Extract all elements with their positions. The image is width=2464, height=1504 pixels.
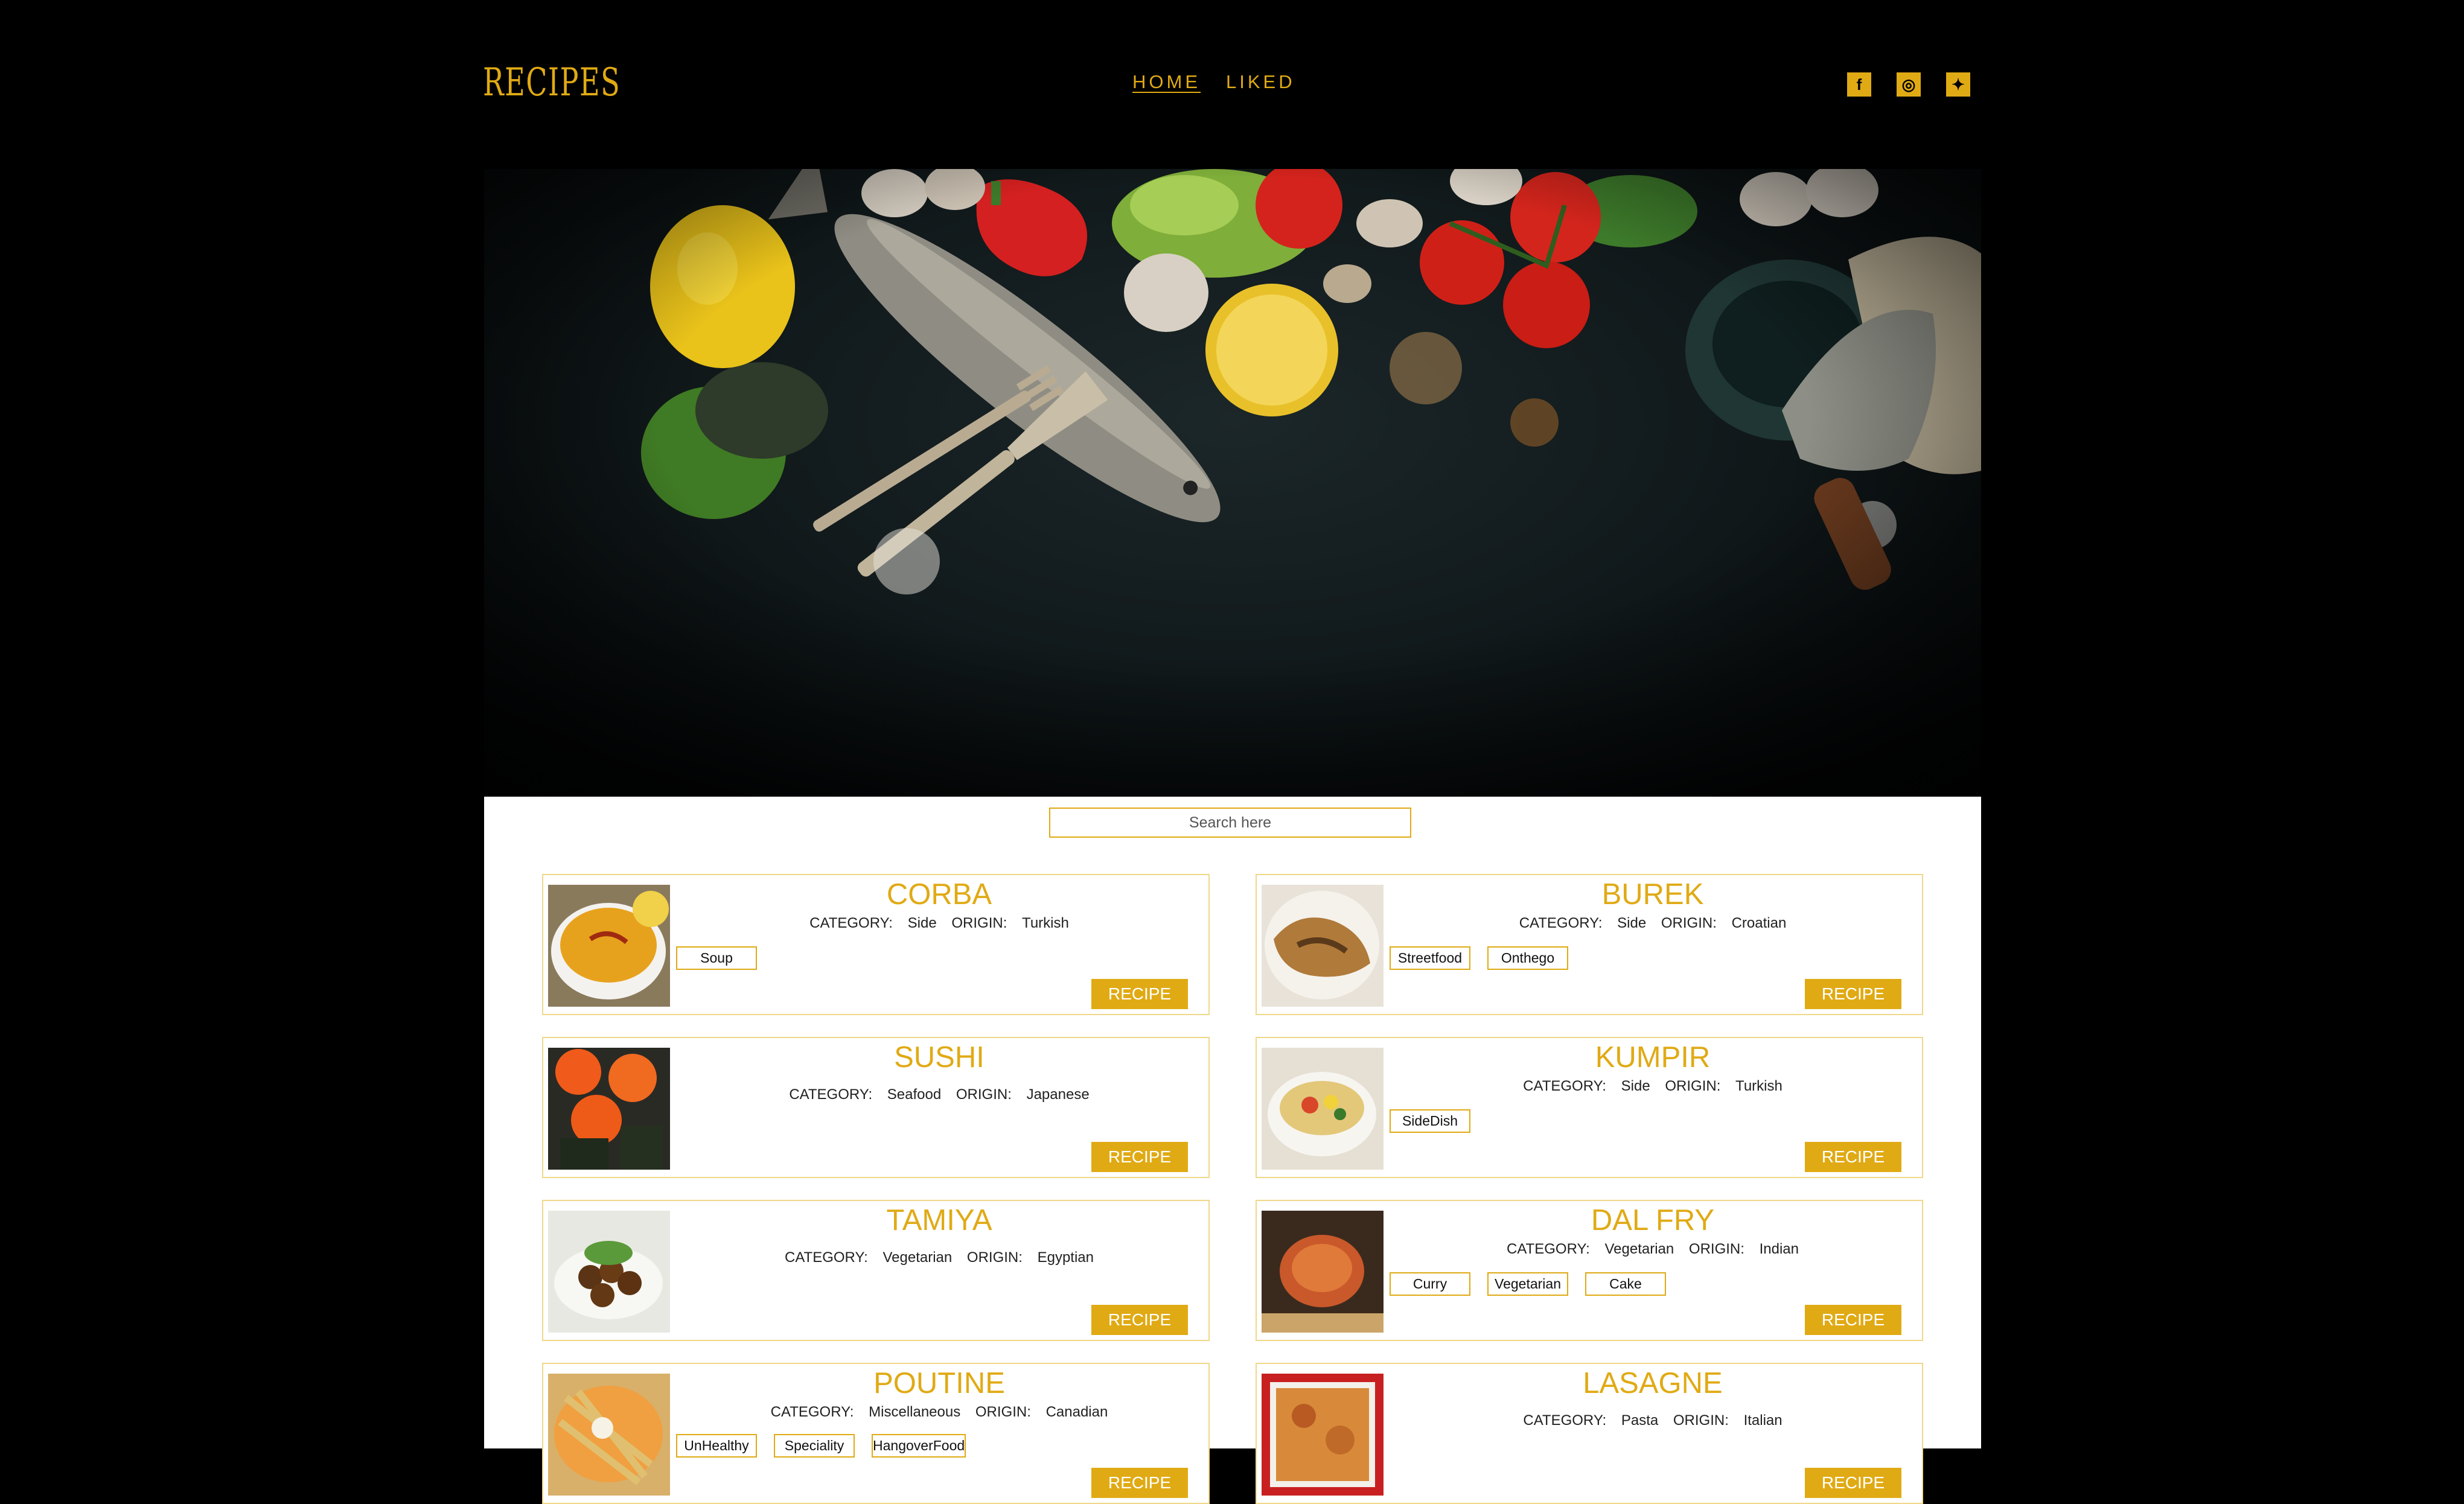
recipe-title: BUREK [1601, 878, 1704, 911]
recipe-button[interactable]: RECIPE [1805, 1142, 1901, 1172]
tag-list: Soup [676, 946, 757, 970]
category-label: CATEGORY: Vegetarian [1507, 1241, 1674, 1257]
tag[interactable]: Vegetarian [1487, 1272, 1568, 1296]
dal-fry-image [1262, 1211, 1384, 1333]
recipe-button[interactable]: RECIPE [1091, 1142, 1188, 1172]
recipe-card-lasagne: LASAGNE CATEGORY: Pasta ORIGIN: Italian … [1256, 1363, 1923, 1504]
recipe-image-kumpir [1262, 1048, 1384, 1170]
origin-label: ORIGIN: Turkish [1665, 1078, 1783, 1094]
corba-image [548, 885, 670, 1007]
nav-liked-link[interactable]: LIKED [1226, 71, 1295, 93]
burek-image [1262, 885, 1384, 1007]
category-label: CATEGORY: Side [809, 915, 937, 931]
search-input[interactable] [1049, 808, 1411, 838]
tag[interactable]: Onthego [1487, 946, 1568, 970]
recipe-meta: CATEGORY: Vegetarian ORIGIN: Egyptian [670, 1249, 1208, 1266]
recipe-title: TAMIYA [886, 1204, 992, 1237]
recipe-card-dal-fry: DAL FRY CATEGORY: Vegetarian ORIGIN: Ind… [1256, 1200, 1923, 1341]
category-label: CATEGORY: Side [1523, 1078, 1650, 1094]
kumpir-image [1262, 1048, 1384, 1170]
origin-label: ORIGIN: Indian [1688, 1241, 1799, 1257]
recipe-image-burek [1262, 885, 1384, 1007]
recipe-button[interactable]: RECIPE [1805, 1305, 1901, 1335]
recipe-card-corba: CORBA CATEGORY: Side ORIGIN: Turkish Sou… [542, 874, 1210, 1015]
recipe-button[interactable]: RECIPE [1805, 979, 1901, 1009]
recipe-meta: CATEGORY: Side ORIGIN: Croatian [1384, 915, 1922, 932]
recipe-card-sushi: SUSHI CATEGORY: Seafood ORIGIN: Japanese… [542, 1037, 1210, 1178]
recipe-meta: CATEGORY: Side ORIGIN: Turkish [1384, 1078, 1922, 1095]
recipe-title: LASAGNE [1583, 1367, 1723, 1400]
recipe-meta: CATEGORY: Pasta ORIGIN: Italian [1384, 1412, 1922, 1429]
category-label: CATEGORY: Seafood [789, 1086, 942, 1103]
recipe-button[interactable]: RECIPE [1091, 1468, 1188, 1498]
social-links: f ◎ ✦ [1847, 72, 1970, 97]
recipe-title: CORBA [886, 878, 992, 911]
origin-label: ORIGIN: Turkish [951, 915, 1069, 931]
tag[interactable]: Streetfood [1390, 946, 1470, 970]
tag-list: Curry Vegetarian Cake [1390, 1272, 1666, 1296]
poutine-image [548, 1374, 670, 1496]
recipe-title: KUMPIR [1595, 1041, 1711, 1074]
category-label: CATEGORY: Miscellaneous [770, 1404, 961, 1420]
main-nav: HOME LIKED [1132, 71, 1295, 93]
tag[interactable]: HangoverFood [872, 1434, 966, 1458]
recipe-image-corba [548, 885, 670, 1007]
tag[interactable]: Curry [1390, 1272, 1470, 1296]
site-logo[interactable]: RECIPES [483, 60, 621, 105]
origin-label: ORIGIN: Italian [1673, 1412, 1783, 1429]
origin-label: ORIGIN: Japanese [956, 1086, 1090, 1103]
category-label: CATEGORY: Vegetarian [784, 1249, 953, 1266]
recipe-meta: CATEGORY: Side ORIGIN: Turkish [670, 915, 1208, 932]
origin-label: ORIGIN: Egyptian [966, 1249, 1094, 1266]
tag[interactable]: SideDish [1390, 1109, 1470, 1133]
recipe-button[interactable]: RECIPE [1091, 1305, 1188, 1335]
tag[interactable]: Speciality [774, 1434, 855, 1458]
tamiya-image [548, 1211, 670, 1333]
recipe-button[interactable]: RECIPE [1091, 979, 1188, 1009]
recipe-card-tamiya: TAMIYA CATEGORY: Vegetarian ORIGIN: Egyp… [542, 1200, 1210, 1341]
twitter-icon[interactable]: ✦ [1946, 72, 1970, 97]
recipe-button[interactable]: RECIPE [1805, 1468, 1901, 1498]
instagram-icon[interactable]: ◎ [1897, 72, 1921, 97]
recipe-image-sushi [548, 1048, 670, 1170]
tag-list: Streetfood Onthego [1390, 946, 1568, 970]
recipe-title: DAL FRY [1591, 1204, 1715, 1237]
category-label: CATEGORY: Side [1519, 915, 1647, 931]
recipe-meta: CATEGORY: Seafood ORIGIN: Japanese [670, 1086, 1208, 1103]
sushi-image [548, 1048, 670, 1170]
category-label: CATEGORY: Pasta [1523, 1412, 1659, 1429]
facebook-icon[interactable]: f [1847, 72, 1871, 97]
nav-home-link[interactable]: HOME [1132, 71, 1201, 93]
recipe-card-kumpir: KUMPIR CATEGORY: Side ORIGIN: Turkish Si… [1256, 1037, 1923, 1178]
recipe-image-poutine [548, 1374, 670, 1496]
tag[interactable]: UnHealthy [676, 1434, 757, 1458]
recipe-image-lasagne [1262, 1374, 1384, 1496]
hero-image [484, 169, 1981, 797]
recipe-image-tamiya [548, 1211, 670, 1333]
recipe-title: SUSHI [894, 1041, 985, 1074]
recipe-card-burek: BUREK CATEGORY: Side ORIGIN: Croatian St… [1256, 874, 1923, 1015]
recipe-image-dal-fry [1262, 1211, 1384, 1333]
recipe-meta: CATEGORY: Miscellaneous ORIGIN: Canadian [670, 1404, 1208, 1421]
lasagne-image [1262, 1374, 1384, 1496]
recipe-title: POUTINE [873, 1367, 1005, 1400]
origin-label: ORIGIN: Canadian [975, 1404, 1108, 1420]
tag[interactable]: Soup [676, 946, 757, 970]
recipes-section: CORBA CATEGORY: Side ORIGIN: Turkish Sou… [484, 797, 1981, 1504]
origin-label: ORIGIN: Croatian [1661, 915, 1787, 931]
recipe-card-poutine: POUTINE CATEGORY: Miscellaneous ORIGIN: … [542, 1363, 1210, 1504]
tag-list: UnHealthy Speciality HangoverFood [676, 1434, 966, 1458]
tag[interactable]: Cake [1585, 1272, 1666, 1296]
hero-food-illustration [484, 169, 1981, 797]
recipe-meta: CATEGORY: Vegetarian ORIGIN: Indian [1384, 1241, 1922, 1258]
tag-list: SideDish [1390, 1109, 1470, 1133]
